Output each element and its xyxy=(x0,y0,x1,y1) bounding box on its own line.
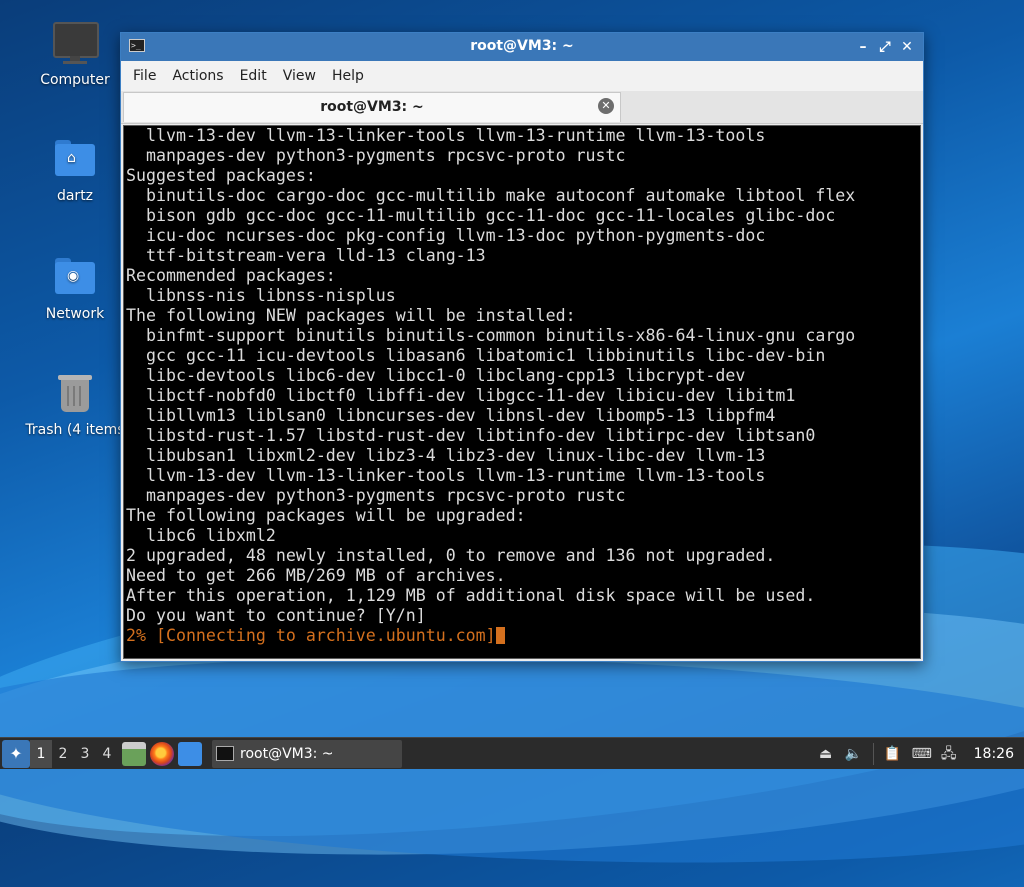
minimize-button[interactable]: – xyxy=(853,37,873,57)
firefox-launcher-icon[interactable] xyxy=(150,741,174,766)
desktop-icon-label: Network xyxy=(45,306,105,322)
terminal-line: 2 upgraded, 48 newly installed, 0 to rem… xyxy=(126,546,776,565)
terminal-line: libnss-nis libnss-nisplus xyxy=(126,286,396,305)
terminal-line: manpages-dev python3-pygments rpcsvc-pro… xyxy=(126,486,626,505)
terminal-line: binutils-doc cargo-doc gcc-multilib make… xyxy=(126,186,856,205)
desktop-icon-label: dartz xyxy=(56,188,94,204)
terminal-line: Suggested packages: xyxy=(126,166,316,185)
menu-view[interactable]: View xyxy=(275,68,324,84)
desktop-icon-label: Trash (4 items xyxy=(25,422,125,438)
menu-edit[interactable]: Edit xyxy=(232,68,275,84)
window-titlebar[interactable]: >_ root@VM3: ~ – ⤢ ✕ xyxy=(121,33,923,61)
workspace-2[interactable]: 2 xyxy=(52,740,74,768)
maximize-button[interactable]: ⤢ xyxy=(875,37,895,57)
taskbar-terminal-task[interactable]: root@VM3: ~ xyxy=(212,739,402,768)
tab-bar: root@VM3: ~ ✕ xyxy=(121,91,923,124)
workspace-3[interactable]: 3 xyxy=(74,740,96,768)
file-manager-launcher-icon[interactable] xyxy=(122,741,146,766)
network-icon[interactable]: 🖧 xyxy=(940,745,958,763)
menu-file[interactable]: File xyxy=(125,68,164,84)
taskbar: ✦ 1 2 3 4 root@VM3: ~ ⏏ 🔈 📋 ⌨ 🖧 18:26 xyxy=(0,737,1024,769)
desktop-icon-label: Computer xyxy=(40,72,110,88)
workspace-4[interactable]: 4 xyxy=(96,740,118,768)
network-folder-icon: ◉ xyxy=(53,256,97,300)
terminal-line: ttf-bitstream-vera lld-13 clang-13 xyxy=(126,246,486,265)
terminal-task-icon xyxy=(216,746,234,761)
terminal-line: bison gdb gcc-doc gcc-11-multilib gcc-11… xyxy=(126,206,836,225)
menu-bar: File Actions Edit View Help xyxy=(121,61,923,91)
clipboard-icon[interactable]: 📋 xyxy=(884,745,902,763)
clock[interactable]: 18:26 xyxy=(968,746,1014,762)
terminal-line: libc6 libxml2 xyxy=(126,526,276,545)
tab-title: root@VM3: ~ xyxy=(320,99,424,115)
terminal-line: binfmt-support binutils binutils-common … xyxy=(126,326,856,345)
terminal-line: libctf-nobfd0 libctf0 libffi-dev libgcc-… xyxy=(126,386,796,405)
show-desktop-icon[interactable] xyxy=(178,741,202,766)
terminal-window: >_ root@VM3: ~ – ⤢ ✕ File Actions Edit V… xyxy=(120,32,924,662)
terminal-line: The following packages will be upgraded: xyxy=(126,506,526,525)
system-tray: ⏏ 🔈 📋 ⌨ 🖧 18:26 xyxy=(817,742,1024,765)
home-folder-icon: ⌂ xyxy=(53,138,97,182)
terminal-tab[interactable]: root@VM3: ~ ✕ xyxy=(123,92,621,122)
terminal-line: llvm-13-dev llvm-13-linker-tools llvm-13… xyxy=(126,466,766,485)
terminal-line: Need to get 266 MB/269 MB of archives. xyxy=(126,566,506,585)
menu-help[interactable]: Help xyxy=(324,68,372,84)
terminal-line: libc-devtools libc6-dev libcc1-0 libclan… xyxy=(126,366,746,385)
window-title: root@VM3: ~ xyxy=(470,38,574,54)
terminal-line: libstd-rust-1.57 libstd-rust-dev libtinf… xyxy=(126,426,816,445)
desktop-icon-home-folder[interactable]: ⌂ dartz xyxy=(20,138,130,204)
workspace-1[interactable]: 1 xyxy=(30,739,52,768)
desktop-icon-computer[interactable]: Computer xyxy=(20,22,130,88)
terminal-line: llvm-13-dev llvm-13-linker-tools llvm-13… xyxy=(126,126,766,145)
terminal-line: The following NEW packages will be insta… xyxy=(126,306,576,325)
terminal-line: icu-doc ncurses-doc pkg-config llvm-13-d… xyxy=(126,226,766,245)
desktop-icon-trash[interactable]: Trash (4 items xyxy=(20,372,130,438)
terminal-line: libubsan1 libxml2-dev libz3-4 libz3-dev … xyxy=(126,446,766,465)
close-button[interactable]: ✕ xyxy=(897,37,917,57)
terminal-line: libllvm13 liblsan0 libncurses-dev libnsl… xyxy=(126,406,776,425)
volume-icon[interactable]: 🔈 xyxy=(845,745,863,763)
terminal-line: After this operation, 1,129 MB of additi… xyxy=(126,586,816,605)
desktop-icon-network[interactable]: ◉ Network xyxy=(20,256,130,322)
terminal-progress-line: 2% [Connecting to archive.ubuntu.com] xyxy=(124,626,920,646)
menu-actions[interactable]: Actions xyxy=(164,68,231,84)
terminal-cursor xyxy=(495,627,505,644)
terminal-line: manpages-dev python3-pygments rpcsvc-pro… xyxy=(126,146,626,165)
terminal-line: gcc gcc-11 icu-devtools libasan6 libatom… xyxy=(126,346,826,365)
task-label: root@VM3: ~ xyxy=(240,745,334,762)
start-menu-icon[interactable]: ✦ xyxy=(2,739,30,768)
terminal-line: Recommended packages: xyxy=(126,266,336,285)
terminal-line: Do you want to continue? [Y/n] xyxy=(126,606,426,625)
notification-icon[interactable]: ⏏ xyxy=(817,745,835,763)
terminal-output[interactable]: llvm-13-dev llvm-13-linker-tools llvm-13… xyxy=(123,125,921,659)
trash-icon xyxy=(53,372,97,416)
tab-close-icon[interactable]: ✕ xyxy=(598,98,614,114)
computer-icon xyxy=(53,22,99,66)
keyboard-icon[interactable]: ⌨ xyxy=(912,745,932,763)
